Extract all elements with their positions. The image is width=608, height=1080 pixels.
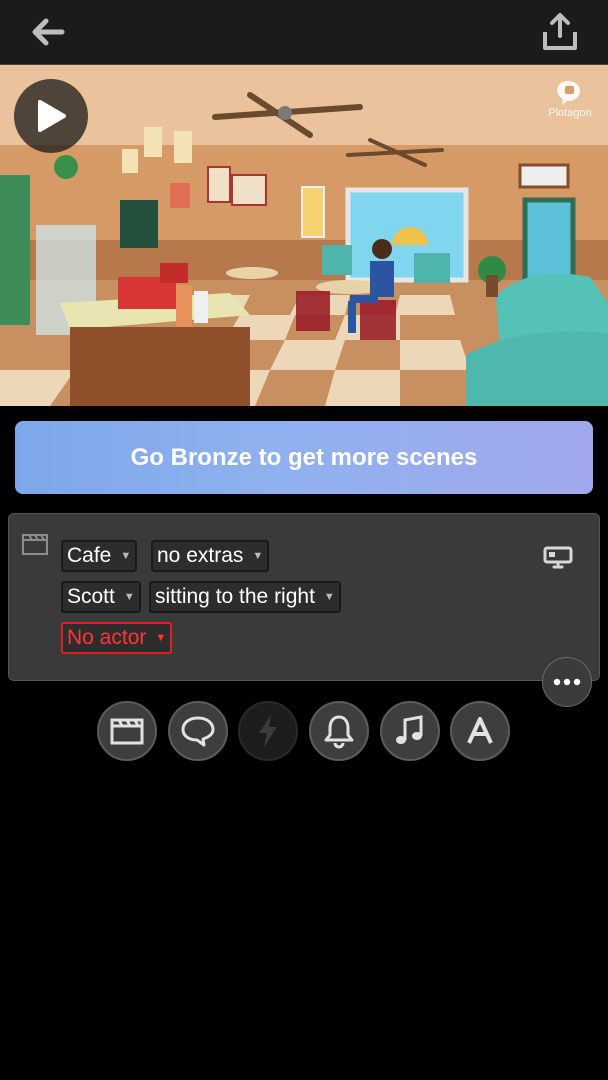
cafe-scene-illustration <box>0 65 608 406</box>
extras-dropdown[interactable]: no extras ▼ <box>151 540 270 572</box>
camera-icon <box>543 546 573 569</box>
actor1-position-dropdown[interactable]: sitting to the right ▼ <box>149 581 341 613</box>
lightning-icon <box>259 715 277 747</box>
add-sound-effect-button[interactable] <box>309 701 369 761</box>
music-note-icon <box>396 715 423 744</box>
extras-value: no extras <box>157 544 244 567</box>
location-value: Cafe <box>67 544 112 567</box>
actor1-dropdown[interactable]: Scott ▼ <box>61 581 141 613</box>
text-a-icon <box>467 717 493 744</box>
actor2-dropdown[interactable]: No actor ▼ <box>61 622 173 654</box>
scene-preview[interactable]: Plotagon <box>0 65 608 406</box>
plotagon-logo: Plotagon <box>544 77 596 127</box>
bell-icon <box>324 715 354 749</box>
location-dropdown[interactable]: Cafe ▼ <box>61 540 138 572</box>
dropdown-arrow-icon: ▼ <box>120 550 132 562</box>
clapperboard-icon <box>110 718 144 745</box>
dropdown-arrow-icon: ▼ <box>252 550 264 562</box>
actor2-value: No actor <box>67 626 147 649</box>
actor1-position-value: sitting to the right <box>155 585 315 608</box>
back-button[interactable] <box>26 10 70 54</box>
back-arrow-icon <box>32 18 65 46</box>
more-horizontal-icon <box>553 678 581 686</box>
actor1-value: Scott <box>67 585 115 608</box>
logo-text: Plotagon <box>548 107 592 119</box>
go-bronze-button[interactable]: Go Bronze to get more scenes <box>15 421 593 494</box>
more-options-button[interactable] <box>542 657 592 707</box>
share-upload-icon <box>543 13 577 50</box>
dropdown-arrow-icon: ▼ <box>155 632 167 644</box>
dropdown-arrow-icon: ▼ <box>323 591 335 603</box>
dropdown-arrow-icon: ▼ <box>123 591 135 603</box>
top-bar <box>0 0 608 65</box>
add-music-button[interactable] <box>380 701 440 761</box>
add-scene-button[interactable] <box>97 701 157 761</box>
add-dialogue-button[interactable] <box>168 701 228 761</box>
play-icon <box>38 100 66 132</box>
play-button[interactable] <box>14 79 88 153</box>
speech-bubble-icon <box>181 716 215 747</box>
share-button[interactable] <box>538 10 582 54</box>
camera-button[interactable] <box>543 544 575 575</box>
plotagon-logo-icon <box>557 81 581 105</box>
clapperboard-icon <box>22 534 48 555</box>
add-text-button[interactable] <box>450 701 510 761</box>
add-action-button[interactable] <box>238 701 298 761</box>
scene-card: Cafe ▼ no extras ▼ Scott ▼ sitting to th… <box>8 513 600 681</box>
